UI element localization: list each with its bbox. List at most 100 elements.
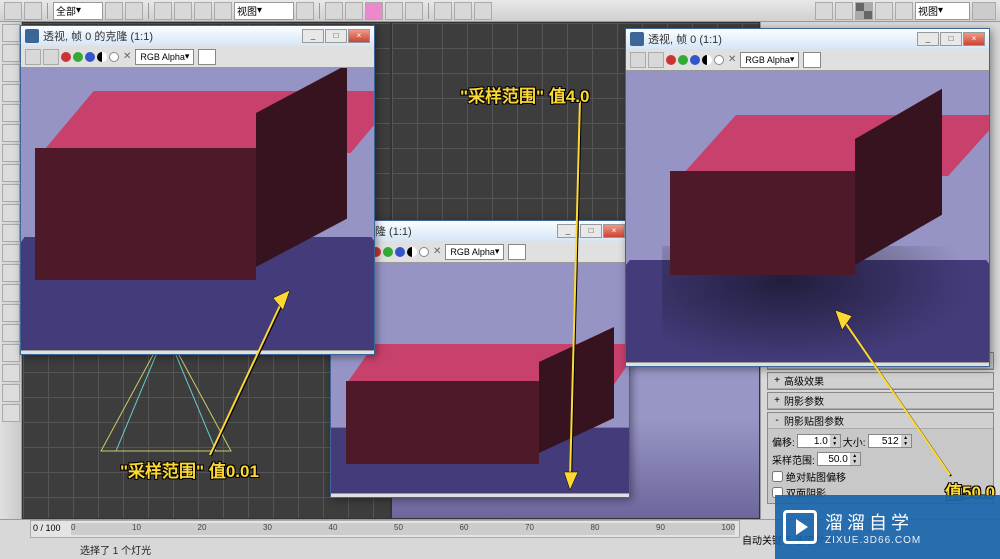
timeline[interactable]: 0 / 100 0102030405060708090100 bbox=[30, 520, 740, 538]
left-tool[interactable] bbox=[2, 184, 20, 202]
left-tool[interactable] bbox=[2, 264, 20, 282]
toolbar-button[interactable] bbox=[214, 2, 232, 20]
blue-channel-icon[interactable] bbox=[690, 55, 700, 65]
left-tool[interactable] bbox=[2, 284, 20, 302]
red-channel-icon[interactable] bbox=[666, 55, 676, 65]
annotation-label: "采样范围" 值4.0 bbox=[460, 82, 589, 107]
material-editor-button[interactable] bbox=[855, 2, 873, 20]
maximize-button[interactable]: □ bbox=[325, 29, 347, 43]
left-tool[interactable] bbox=[2, 124, 20, 142]
bg-color-swatch[interactable] bbox=[508, 244, 526, 260]
clear-icon[interactable]: ✕ bbox=[121, 51, 133, 62]
toolbar-button[interactable] bbox=[835, 2, 853, 20]
toolbar-button[interactable] bbox=[296, 2, 314, 20]
left-tool[interactable] bbox=[2, 104, 20, 122]
toolbar-button[interactable] bbox=[105, 2, 123, 20]
bg-color-swatch[interactable] bbox=[803, 52, 821, 68]
render-button[interactable] bbox=[972, 2, 996, 20]
render-view-combo[interactable]: 视图 ▾ bbox=[915, 2, 970, 20]
render-window[interactable]: 透视, 帧 0 的克隆 (1:1) _ □ × ✕ RGB Alpha ▾ bbox=[20, 25, 375, 355]
maximize-button[interactable]: □ bbox=[940, 32, 962, 46]
render-setup-button[interactable] bbox=[875, 2, 893, 20]
minimize-button[interactable]: _ bbox=[917, 32, 939, 46]
render-output bbox=[21, 68, 374, 350]
left-tool[interactable] bbox=[2, 24, 20, 42]
ref-coord-combo[interactable]: 视图 ▾ bbox=[234, 2, 294, 20]
watermark-badge: 溜溜自学 ZIXUE.3D66.COM bbox=[775, 495, 1000, 559]
channel-combo[interactable]: RGB Alpha ▾ bbox=[740, 52, 799, 68]
timeline-ticks: 0102030405060708090100 bbox=[71, 523, 735, 535]
left-tool[interactable] bbox=[2, 204, 20, 222]
close-button[interactable]: × bbox=[348, 29, 370, 43]
status-text: 选择了 1 个灯光 bbox=[80, 542, 151, 557]
blue-channel-icon[interactable] bbox=[395, 247, 405, 257]
left-tool[interactable] bbox=[2, 224, 20, 242]
close-button[interactable]: × bbox=[963, 32, 985, 46]
green-channel-icon[interactable] bbox=[678, 55, 688, 65]
toolbar-button[interactable] bbox=[434, 2, 452, 20]
green-channel-icon[interactable] bbox=[73, 52, 83, 62]
annotation-label: "采样范围" 值0.01 bbox=[120, 457, 259, 482]
render-title: 透视, 帧 0 的克隆 (1:1) bbox=[43, 28, 302, 44]
toolbar-button[interactable] bbox=[4, 2, 22, 20]
toolbar-button[interactable] bbox=[174, 2, 192, 20]
annotation-arrow bbox=[550, 100, 610, 490]
save-image-button[interactable] bbox=[630, 52, 646, 68]
left-tool[interactable] bbox=[2, 324, 20, 342]
alpha-channel-icon[interactable] bbox=[97, 52, 107, 62]
left-tool[interactable] bbox=[2, 344, 20, 362]
absolute-bias-checkbox[interactable] bbox=[772, 471, 783, 482]
clone-button[interactable] bbox=[648, 52, 664, 68]
channel-combo[interactable]: RGB Alpha ▾ bbox=[445, 244, 504, 260]
toolbar-button[interactable] bbox=[154, 2, 172, 20]
toolbar-button[interactable] bbox=[474, 2, 492, 20]
render-title-bar[interactable]: 透视, 帧 0 的克隆 (1:1) _ □ × bbox=[21, 26, 374, 46]
bg-color-swatch[interactable] bbox=[198, 49, 216, 65]
left-tool[interactable] bbox=[2, 164, 20, 182]
left-tool[interactable] bbox=[2, 404, 20, 422]
save-image-button[interactable] bbox=[25, 49, 41, 65]
clear-icon[interactable]: ✕ bbox=[431, 246, 443, 257]
frame-range-label: 0 / 100 bbox=[33, 523, 61, 533]
toolbar-button[interactable] bbox=[194, 2, 212, 20]
blue-channel-icon[interactable] bbox=[85, 52, 95, 62]
left-tool[interactable] bbox=[2, 64, 20, 82]
left-tool[interactable] bbox=[2, 244, 20, 262]
left-tool[interactable] bbox=[2, 44, 20, 62]
clone-button[interactable] bbox=[43, 49, 59, 65]
watermark-brand: 溜溜自学 bbox=[825, 509, 921, 535]
left-tool[interactable] bbox=[2, 84, 20, 102]
snap-angle-button[interactable] bbox=[365, 2, 383, 20]
toolbar-button[interactable] bbox=[405, 2, 423, 20]
mono-channel-icon[interactable] bbox=[419, 247, 429, 257]
left-tool[interactable] bbox=[2, 384, 20, 402]
top-toolbar: 全部 ▾ 视图 ▾ 视图 ▾ bbox=[0, 0, 1000, 22]
clear-icon[interactable]: ✕ bbox=[726, 54, 738, 65]
sample-range-label: 采样范围: bbox=[772, 452, 815, 467]
mono-channel-icon[interactable] bbox=[109, 52, 119, 62]
red-channel-icon[interactable] bbox=[61, 52, 71, 62]
mono-channel-icon[interactable] bbox=[714, 55, 724, 65]
alpha-channel-icon[interactable] bbox=[407, 247, 417, 257]
toolbar-button[interactable] bbox=[895, 2, 913, 20]
green-channel-icon[interactable] bbox=[383, 247, 393, 257]
left-tool[interactable] bbox=[2, 304, 20, 322]
toolbar-button[interactable] bbox=[454, 2, 472, 20]
alpha-channel-icon[interactable] bbox=[702, 55, 712, 65]
selection-filter-combo[interactable]: 全部 ▾ bbox=[53, 2, 103, 20]
toolbar-button[interactable] bbox=[125, 2, 143, 20]
play-icon bbox=[783, 510, 817, 544]
channel-combo[interactable]: RGB Alpha ▾ bbox=[135, 49, 194, 65]
app-icon bbox=[25, 29, 39, 43]
left-tool[interactable] bbox=[2, 364, 20, 382]
toolbar-button[interactable] bbox=[385, 2, 403, 20]
left-toolbar bbox=[0, 22, 22, 519]
minimize-button[interactable]: _ bbox=[302, 29, 324, 43]
render-title: 的克隆 (1:1) bbox=[353, 223, 557, 239]
toolbar-button[interactable] bbox=[345, 2, 363, 20]
toolbar-button[interactable] bbox=[815, 2, 833, 20]
toolbar-button[interactable] bbox=[24, 2, 42, 20]
render-title-bar[interactable]: 透视, 帧 0 (1:1) _ □ × bbox=[626, 29, 989, 49]
toolbar-button[interactable] bbox=[325, 2, 343, 20]
left-tool[interactable] bbox=[2, 144, 20, 162]
